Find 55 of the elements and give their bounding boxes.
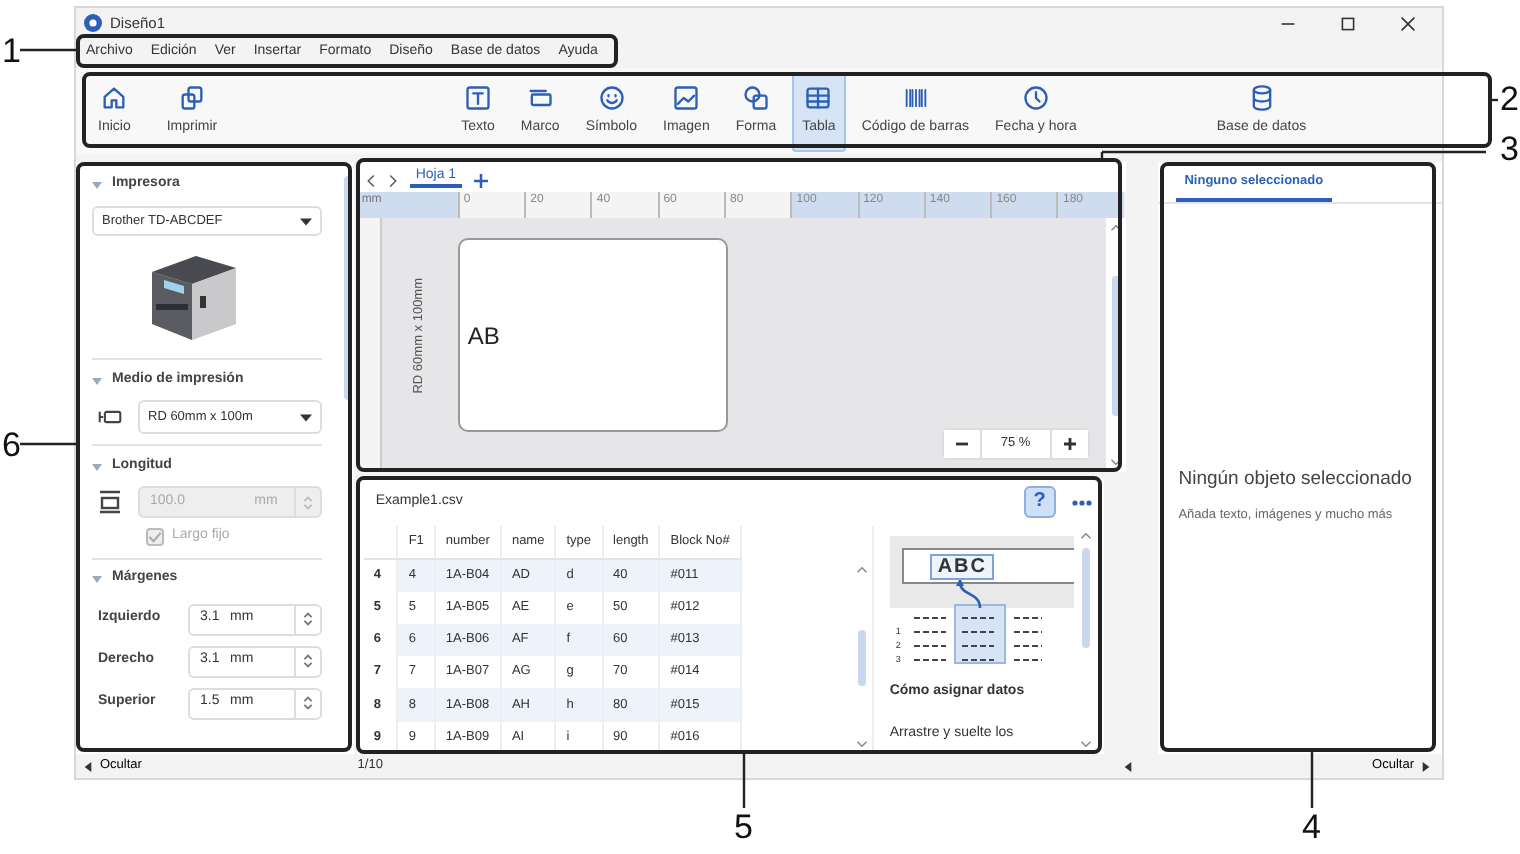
text-icon: [463, 83, 492, 112]
leader-line: [20, 444, 76, 446]
leader-line: [20, 50, 76, 52]
clock-icon: [1021, 83, 1050, 112]
scroll-up-icon[interactable]: [1109, 224, 1122, 232]
spinner-icon: [301, 493, 314, 511]
printer-icon: [177, 83, 206, 112]
collapse-caret-icon[interactable]: [92, 574, 102, 584]
spinner-icon: [301, 652, 314, 670]
triangle-left-icon: [84, 761, 92, 771]
label-preview[interactable]: AB: [457, 238, 728, 432]
collapse-caret-icon[interactable]: [92, 179, 102, 189]
callout-number: 4: [1302, 810, 1321, 844]
triangle-right-icon: [1422, 761, 1430, 771]
empty-state-title: Ningún objeto seleccionado: [1178, 465, 1414, 494]
chevron-left-icon[interactable]: [365, 174, 376, 188]
spinner-icon: [301, 610, 314, 628]
app-icon: [84, 14, 102, 32]
callout-number: 5: [734, 810, 753, 844]
callout-number: 2: [1500, 82, 1519, 116]
illustration-text: ABC: [929, 554, 995, 580]
leader-line: [1492, 100, 1498, 102]
scrollbar-thumb[interactable]: [1111, 275, 1120, 415]
spinner-icon: [301, 694, 314, 712]
minus-icon: [955, 442, 968, 446]
shapes-icon: [741, 83, 770, 112]
close-icon[interactable]: [1400, 15, 1416, 31]
maximize-icon[interactable]: [1340, 15, 1356, 31]
scrollbar-thumb[interactable]: [343, 176, 352, 400]
label-text[interactable]: AB: [467, 317, 500, 353]
callout-number: 6: [2, 428, 21, 462]
collapse-caret-icon[interactable]: [92, 375, 102, 385]
database-icon: [1247, 83, 1276, 112]
scroll-down-icon[interactable]: [1109, 458, 1122, 466]
add-icon[interactable]: [474, 174, 489, 188]
home-icon: [100, 83, 129, 112]
chevron-right-icon[interactable]: [387, 174, 398, 188]
smiley-icon: [597, 83, 626, 112]
table-icon: [804, 83, 833, 112]
callout-number: 1: [2, 34, 21, 68]
collapse-left-icon[interactable]: [1124, 761, 1133, 771]
length-icon: [98, 490, 122, 514]
callout-number: 3: [1500, 132, 1519, 166]
barcode-icon: [901, 83, 930, 112]
plus-icon: [1063, 438, 1076, 450]
scrollbar-thumb[interactable]: [1081, 548, 1090, 648]
dropdown-caret-icon: [299, 217, 312, 225]
help-button[interactable]: ?: [1023, 486, 1056, 518]
media-icon: [98, 410, 122, 424]
dropdown-caret-icon: [299, 413, 312, 421]
leader-line: [1312, 752, 1314, 808]
more-options-icon[interactable]: [1071, 499, 1092, 505]
leader-line: [744, 754, 746, 808]
image-icon: [672, 83, 701, 112]
scrollbar-thumb[interactable]: [858, 629, 867, 685]
